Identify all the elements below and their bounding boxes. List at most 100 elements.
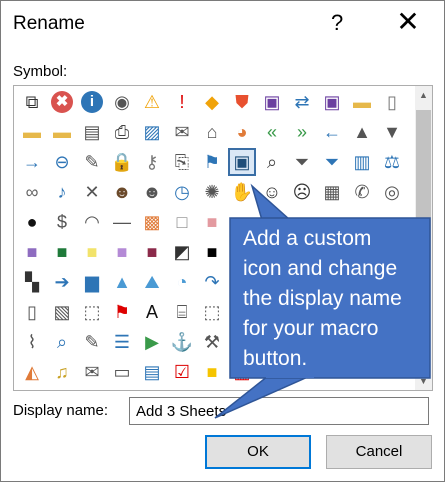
anchor-icon[interactable]: ⚓ [168,328,196,356]
book-icon[interactable]: ▥ [348,148,376,176]
org-chart-icon[interactable]: ⧉ [18,88,46,116]
card-icon[interactable]: ▭ [108,358,136,386]
image-frame-icon[interactable]: ▧ [48,298,76,326]
mosaic-icon[interactable]: ▩ [138,208,166,236]
violet-square-icon[interactable]: ■ [108,238,136,266]
white-square-icon[interactable]: □ [168,208,196,236]
save-dropdown-icon[interactable]: ▣ [318,88,346,116]
piggy-bank-icon[interactable]: ◎ [378,178,406,206]
folder-icon[interactable]: ▬ [348,88,376,116]
open-folder-icon[interactable]: ▬ [18,118,46,146]
pin-icon[interactable]: ✎ [78,148,106,176]
half-square-icon[interactable]: ◩ [168,238,196,266]
yellow-block-icon[interactable]: ■ [198,358,226,386]
magnifier-icon[interactable]: ⌕ [258,148,286,176]
arrow-circle-icon[interactable]: ➔ [48,268,76,296]
diamond-warning-icon[interactable]: ◆ [198,88,226,116]
yellow-square-icon[interactable]: ■ [78,238,106,266]
curved-arrow-icon[interactable]: ↷ [198,268,226,296]
open-envelope-icon[interactable]: ✉ [78,358,106,386]
right-arrows-icon[interactable]: » [288,118,316,146]
flag-icon[interactable]: ⚑ [198,148,226,176]
warning-icon[interactable]: ⚠ [138,88,166,116]
stop-icon[interactable]: ◉ [108,88,136,116]
shield-icon[interactable]: ⛊ [228,88,256,116]
person-icon[interactable]: ☻ [108,178,136,206]
envelope-pin-icon[interactable]: ✉ [168,118,196,146]
tools-icon[interactable]: ⚒ [198,328,226,356]
right-arrow-icon[interactable]: → [18,148,46,176]
paint-icon[interactable]: ⌇ [18,328,46,356]
pie-icon[interactable]: ◔ [168,268,196,296]
purple-square-icon[interactable]: ■ [18,238,46,266]
people-icon[interactable]: ☻ [138,178,166,206]
sad-icon[interactable]: ☹ [288,178,316,206]
dash-icon[interactable]: — [108,208,136,236]
home-icon[interactable]: ⌂ [198,118,226,146]
play-icon[interactable]: ▶ [138,328,166,356]
clock-icon[interactable]: ◷ [168,178,196,206]
check-doc-icon[interactable]: ☑ [168,358,196,386]
ok-button[interactable]: OK [205,435,311,469]
letter-a-icon[interactable]: A [138,298,166,326]
eye-icon[interactable]: ◠ [78,208,106,236]
scroll-down-arrow[interactable]: ▼ [415,372,432,390]
up-triangle-icon[interactable]: ▲ [348,118,376,146]
smile-icon[interactable]: ☺ [258,178,286,206]
list-icon[interactable]: ☰ [108,328,136,356]
error-icon[interactable]: ✖ [48,88,76,116]
scroll-thumb[interactable] [416,110,431,260]
filter-icon[interactable]: ⏷ [288,148,316,176]
dotted-frame-icon[interactable]: ⬚ [78,298,106,326]
save-icon[interactable]: ▣ [258,88,286,116]
toolbox-icon[interactable]: ⌸ [168,298,196,326]
id-card-icon[interactable]: ▤ [138,358,166,386]
left-arrows-icon[interactable]: « [258,118,286,146]
bell-icon[interactable]: ♫ [48,358,76,386]
help-button[interactable]: ? [331,10,343,36]
left-arrow-icon[interactable]: ← [318,118,346,146]
filter-funnel-icon[interactable]: ⏷ [318,148,346,176]
down-triangle-icon[interactable]: ▼ [378,118,406,146]
lock-icon[interactable]: 🔒 [108,148,136,176]
close-button[interactable]: ✕ [393,7,423,37]
blank-page-icon[interactable]: ▯ [378,88,406,116]
key-icon[interactable]: ⚷ [138,148,166,176]
printer-icon[interactable]: ⎙ [108,118,136,146]
microphone-icon[interactable]: ♪ [48,178,76,206]
cancel-button[interactable]: Cancel [326,435,432,469]
pink-square-icon[interactable]: ■ [198,208,226,236]
mute-icon[interactable]: ✕ [78,178,106,206]
eight-ball-icon[interactable]: ● [18,208,46,236]
mountain-icon[interactable]: ⛰ [138,268,166,296]
black-square-icon[interactable]: ■ [198,238,226,266]
circle-arrow-icon[interactable]: ⊖ [48,148,76,176]
scroll-up-arrow[interactable]: ▲ [415,86,432,104]
checker-icon[interactable]: ▚ [18,268,46,296]
office-logo-icon[interactable]: ◭ [18,358,46,386]
cone-icon[interactable]: ▲ [108,268,136,296]
search-icon[interactable]: ⌕ [48,328,76,356]
sparkle-icon[interactable]: ✺ [198,178,226,206]
dollar-icon[interactable]: $ [48,208,76,236]
ribbon-icon[interactable]: ⚑ [108,298,136,326]
page-icon[interactable]: ▯ [18,298,46,326]
info-icon[interactable]: i [78,88,106,116]
dotted-box-icon[interactable]: ⬚ [198,298,226,326]
window-icon[interactable]: ▣ [228,148,256,176]
scales-icon[interactable]: ⚖ [378,148,406,176]
green-square-icon[interactable]: ■ [48,238,76,266]
hand-icon[interactable]: ✋ [228,178,256,206]
calculator-icon[interactable]: ▦ [318,178,346,206]
address-icon[interactable]: ▤ [78,118,106,146]
broom-icon[interactable]: ✎ [78,328,106,356]
bar-chart-icon[interactable]: ▆ [78,268,106,296]
picture-icon[interactable]: ▨ [138,118,166,146]
pie-chart-icon[interactable]: ◕ [228,118,256,146]
scroll-icon[interactable]: ⎘ [168,148,196,176]
folder-open-icon[interactable]: ▬ [48,118,76,146]
exclamation-icon[interactable]: ! [168,88,196,116]
display-name-input[interactable]: Add 3 Sheets [129,397,429,425]
maroon-square-icon[interactable]: ■ [138,238,166,266]
rings-icon[interactable]: ∞ [18,178,46,206]
